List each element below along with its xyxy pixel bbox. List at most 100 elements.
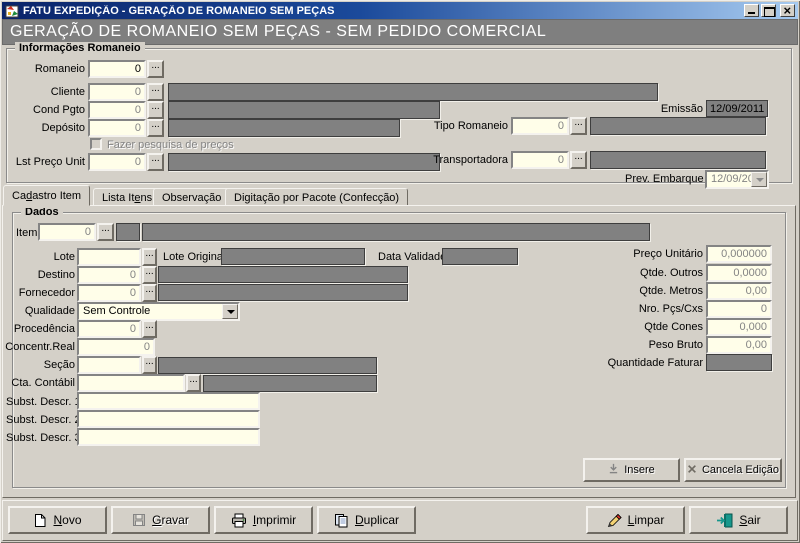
cancel-x-icon [687,464,697,477]
item-input[interactable] [38,223,96,241]
lst-preco-desc-display [168,153,440,171]
limpar-button[interactable]: Limpar [586,506,685,534]
deposito-label: Depósito [10,122,85,135]
chevron-down-icon[interactable] [222,304,238,319]
cta-contabil-label: Cta. Contábil [5,377,75,390]
item-lookup-button[interactable]: ... [97,223,114,241]
item-code-display [116,223,140,241]
qualidade-select[interactable]: Sem Controle [77,302,240,321]
cond-pgto-input[interactable] [88,101,146,119]
tipo-romaneio-input[interactable] [511,117,569,135]
sair-button[interactable]: Sair [689,506,788,534]
cliente-input[interactable] [88,83,146,101]
qtde-cones-input[interactable] [706,318,772,336]
transportadora-input[interactable] [511,151,569,169]
limpar-button-label: Limpar [628,513,665,527]
cancela-edicao-button-label: Cancela Edição [702,464,779,476]
lote-label: Lote [20,251,75,264]
novo-button-label: Novo [53,513,81,527]
new-document-icon [33,513,47,528]
chevron-down-icon[interactable] [751,172,767,187]
procedencia-label: Procedência [10,323,75,336]
transportadora-desc-display [590,151,766,169]
subst-descr-3-input[interactable] [77,428,260,446]
qualidade-label: Qualidade [20,305,75,318]
romaneio-lookup-button[interactable]: ... [147,60,164,78]
qtde-metros-input[interactable] [706,282,772,300]
cta-contabil-input[interactable] [77,374,185,392]
transportadora-lookup-button[interactable]: ... [570,151,587,169]
deposito-lookup-button[interactable]: ... [147,119,164,137]
minimize-button[interactable] [744,4,759,17]
fornecedor-label: Fornecedor [10,287,75,300]
tipo-romaneio-desc-display [590,117,766,135]
subst-descr-2-input[interactable] [77,410,260,428]
gravar-button-label: Gravar [152,513,189,527]
tipo-romaneio-label: Tipo Romaneio [430,120,508,133]
imprimir-button[interactable]: Imprimir [214,506,313,534]
secao-input[interactable] [77,356,141,374]
concentr-real-label: Concentr.Real [5,341,75,354]
fornecedor-desc-display [158,284,408,301]
cond-pgto-label: Cond Pgto [10,104,85,117]
pesquisa-precos-checkbox[interactable] [90,138,102,150]
eraser-pencil-icon [607,513,622,528]
window-title: FATU EXPEDIÇÃO - GERAÇÃO DE ROMANEIO SEM… [23,5,742,17]
destino-input[interactable] [77,266,141,284]
cliente-label: Cliente [10,86,85,99]
lote-lookup-button[interactable]: ... [142,248,157,266]
secao-lookup-button[interactable]: ... [142,356,157,374]
cliente-lookup-button[interactable]: ... [147,83,164,101]
qtde-outros-input[interactable] [706,264,772,282]
procedencia-lookup-button[interactable]: ... [142,320,157,338]
cta-contabil-desc-display [203,375,377,392]
procedencia-input[interactable] [77,320,141,338]
data-validade-label: Data Validade [378,251,442,264]
fornecedor-lookup-button[interactable]: ... [142,284,157,302]
cond-pgto-lookup-button[interactable]: ... [147,101,164,119]
emissao-label: Emissão [655,103,703,116]
fornecedor-input[interactable] [77,284,141,302]
lote-original-display [221,248,365,265]
romaneio-input[interactable] [88,60,146,78]
lote-input[interactable] [77,248,141,266]
nro-pcs-cxs-input[interactable] [706,300,772,318]
subst-descr-1-label: Subst. Descr. 1 [6,396,76,409]
pesquisa-precos-label: Fazer pesquisa de preços [107,139,247,152]
romaneio-label: Romaneio [10,63,85,76]
lst-preco-lookup-button[interactable]: ... [147,153,164,171]
subst-descr-3-label: Subst. Descr. 3 [6,432,76,445]
prev-embarque-combo[interactable]: 12/09/2011 [705,170,769,189]
peso-bruto-input[interactable] [706,336,772,354]
imprimir-button-label: Imprimir [253,513,296,527]
transportadora-label: Transportadora [430,154,508,167]
item-desc-display [142,223,650,241]
destino-desc-display [158,266,408,283]
insert-icon [608,463,619,477]
lote-original-label: Lote Original [163,251,223,264]
subst-descr-1-input[interactable] [77,392,260,410]
preco-unitario-input[interactable] [706,245,772,263]
gravar-button[interactable]: Gravar [111,506,210,534]
deposito-desc-display [168,119,400,137]
maximize-button[interactable] [761,4,776,17]
duplicar-button-label: Duplicar [355,513,399,527]
lst-preco-input[interactable] [88,153,146,171]
duplicar-button[interactable]: Duplicar [317,506,416,534]
cliente-desc-display [168,83,658,101]
qtde-outros-label: Qtde. Outros [603,267,703,280]
dados-legend: Dados [21,206,63,218]
destino-lookup-button[interactable]: ... [142,266,157,284]
concentr-real-input[interactable] [77,338,155,356]
qualidade-value: Sem Controle [83,305,150,317]
insere-button[interactable]: Insere [583,458,680,482]
item-label: Item [16,227,38,240]
preco-unitario-label: Preço Unitário [603,248,703,261]
cta-contabil-lookup-button[interactable]: ... [186,374,201,392]
novo-button[interactable]: Novo [8,506,107,534]
cancela-edicao-button[interactable]: Cancela Edição [684,458,782,482]
deposito-input[interactable] [88,119,146,137]
close-button[interactable] [780,4,795,17]
tab-cadastro-item[interactable]: Cadastro Item [3,185,90,206]
tipo-romaneio-lookup-button[interactable]: ... [570,117,587,135]
